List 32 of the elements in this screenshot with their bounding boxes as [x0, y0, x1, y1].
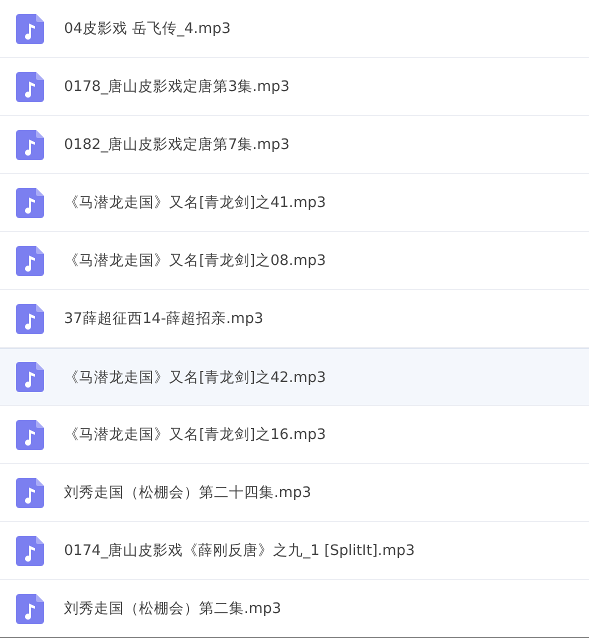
file-name: 04皮影戏 岳飞传_4.mp3	[64, 20, 231, 38]
music-file-icon	[16, 478, 44, 508]
file-row[interactable]: 《马潜龙走国》又名[青龙剑]之42.mp3	[0, 348, 589, 406]
file-row[interactable]: 0174_唐山皮影戏《薛刚反唐》之九_1 [SplitIt].mp3	[0, 522, 589, 580]
file-row[interactable]: 《马潜龙走国》又名[青龙剑]之08.mp3	[0, 232, 589, 290]
music-file-icon	[16, 14, 44, 44]
music-file-icon	[16, 420, 44, 450]
file-row[interactable]: 0178_唐山皮影戏定唐第3集.mp3	[0, 58, 589, 116]
music-file-icon	[16, 246, 44, 276]
file-name: 《马潜龙走国》又名[青龙剑]之16.mp3	[64, 426, 326, 444]
file-row[interactable]: 04皮影戏 岳飞传_4.mp3	[0, 0, 589, 58]
file-row[interactable]: 刘秀走国（松棚会）第二十四集.mp3	[0, 464, 589, 522]
file-row[interactable]: 0182_唐山皮影戏定唐第7集.mp3	[0, 116, 589, 174]
file-name: 刘秀走国（松棚会）第二集.mp3	[64, 600, 282, 618]
file-row[interactable]: 《马潜龙走国》又名[青龙剑]之41.mp3	[0, 174, 589, 232]
file-row[interactable]: 《马潜龙走国》又名[青龙剑]之16.mp3	[0, 406, 589, 464]
music-file-icon	[16, 304, 44, 334]
music-file-icon	[16, 130, 44, 160]
music-file-icon	[16, 72, 44, 102]
music-file-icon	[16, 536, 44, 566]
music-file-icon	[16, 362, 44, 392]
music-file-icon	[16, 594, 44, 624]
file-name: 《马潜龙走国》又名[青龙剑]之41.mp3	[64, 194, 326, 212]
file-name: 0174_唐山皮影戏《薛刚反唐》之九_1 [SplitIt].mp3	[64, 542, 415, 560]
file-name: 《马潜龙走国》又名[青龙剑]之42.mp3	[64, 368, 326, 386]
music-file-icon	[16, 188, 44, 218]
file-name: 0182_唐山皮影戏定唐第7集.mp3	[64, 136, 290, 154]
file-name: 刘秀走国（松棚会）第二十四集.mp3	[64, 484, 312, 502]
file-name: 37薛超征西14-薛超招亲.mp3	[64, 310, 264, 328]
file-name: 《马潜龙走国》又名[青龙剑]之08.mp3	[64, 252, 326, 270]
file-row[interactable]: 刘秀走国（松棚会）第二集.mp3	[0, 580, 589, 638]
file-name: 0178_唐山皮影戏定唐第3集.mp3	[64, 78, 290, 96]
